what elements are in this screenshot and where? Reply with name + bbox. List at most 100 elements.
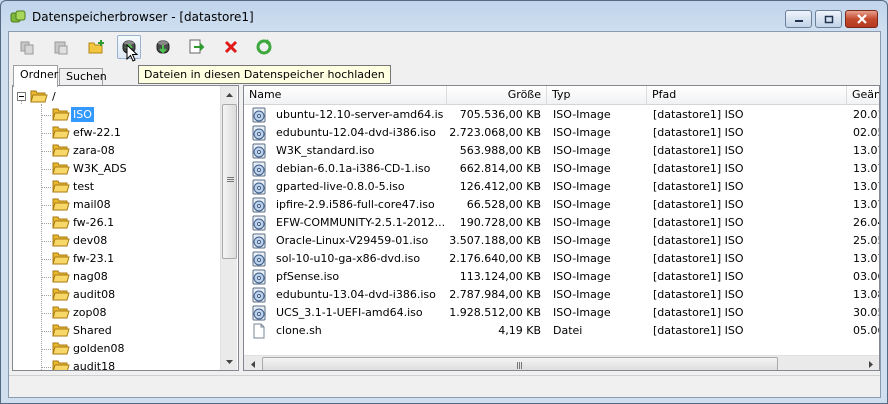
file-size: 2.787.984,00 KB bbox=[449, 288, 541, 301]
file-row[interactable]: ubuntu-12.10-server-amd64.iso 705.536,00 … bbox=[244, 106, 879, 124]
file-row[interactable]: Oracle-Linux-V29459-01.iso 3.507.188,00 K… bbox=[244, 232, 879, 250]
tree-folder-item[interactable]: mail08 bbox=[13, 196, 215, 214]
close-button[interactable] bbox=[845, 10, 878, 28]
column-header-type[interactable]: Typ bbox=[547, 86, 647, 105]
disc-image-icon bbox=[252, 197, 266, 213]
file-modified: 13.07. bbox=[853, 252, 879, 265]
file-row[interactable]: W3K_standard.iso 563.988,00 KB ISO-Image [d… bbox=[244, 142, 879, 160]
file-row[interactable]: edubuntu-12.04-dvd-i386.iso 2.723.068,00 … bbox=[244, 124, 879, 142]
tree-folder-item[interactable]: ISO bbox=[13, 106, 215, 124]
tree-folder-item[interactable]: Shared bbox=[13, 322, 215, 340]
file-name: ubuntu-12.10-server-amd64.iso bbox=[276, 108, 444, 121]
new-folder-button[interactable] bbox=[85, 35, 109, 59]
copy-icon bbox=[20, 41, 34, 55]
file-size: 2.723.068,00 KB bbox=[449, 126, 541, 139]
toolbar bbox=[9, 32, 880, 62]
tree-folder-item[interactable]: dev08 bbox=[13, 232, 215, 250]
column-header-modified[interactable]: Geänd bbox=[847, 86, 879, 105]
folder-icon bbox=[52, 144, 70, 157]
file-row[interactable]: gparted-live-0.8.0-5.iso 126.412,00 KB ISO… bbox=[244, 178, 879, 196]
tree-folder-label: ISO bbox=[71, 107, 94, 122]
file-name: sol-10-u10-ga-x86-dvd.iso bbox=[276, 252, 421, 265]
file-row[interactable]: UCS_3.1-1-UEFI-amd64.iso 1.928.512,00 KB I… bbox=[244, 304, 879, 322]
disc-image-icon bbox=[252, 269, 266, 285]
file-row[interactable]: ipfire-2.9.i586-full-core47.iso 66.528,00… bbox=[244, 196, 879, 214]
new-folder-icon bbox=[88, 40, 104, 54]
file-row[interactable]: debian-6.0.1a-i386-CD-1.iso 662.814,00 KB… bbox=[244, 160, 879, 178]
file-name: ipfire-2.9.i586-full-core47.iso bbox=[276, 198, 435, 211]
file-name: W3K_standard.iso bbox=[276, 144, 375, 157]
tree-folder-label: fw-26.1 bbox=[73, 216, 115, 229]
tree-folder-item[interactable]: audit08 bbox=[13, 286, 215, 304]
refresh-button[interactable] bbox=[252, 35, 276, 59]
column-header-name[interactable]: Name bbox=[244, 86, 447, 105]
tree-folder-item[interactable]: zop08 bbox=[13, 304, 215, 322]
delete-button[interactable] bbox=[219, 35, 243, 59]
file-row[interactable]: EFW-COMMUNITY-2.5.1-2012... 190.728,00 KB… bbox=[244, 214, 879, 232]
file-size: 113.124,00 KB bbox=[459, 270, 541, 283]
file-size: 126.412,00 KB bbox=[459, 180, 541, 193]
folder-open-icon bbox=[30, 90, 48, 103]
tree-folder-label: nag08 bbox=[73, 270, 108, 283]
tree-folder-item[interactable]: audit18 bbox=[13, 358, 215, 370]
paste-button[interactable] bbox=[49, 35, 73, 59]
list-horizontal-scrollbar[interactable] bbox=[244, 355, 879, 370]
file-name: Oracle-Linux-V29459-01.iso bbox=[276, 234, 429, 247]
tree-folder-item[interactable]: golden08 bbox=[13, 340, 215, 358]
refresh-icon bbox=[256, 39, 272, 55]
file-name: EFW-COMMUNITY-2.5.1-2012... bbox=[276, 216, 444, 229]
tree-folder-label: audit08 bbox=[73, 288, 116, 301]
file-row[interactable]: clone.sh 4,19 KB Datei [datastore1] ISO 05.0… bbox=[244, 322, 879, 340]
file-modified: 13.07. bbox=[853, 162, 879, 175]
title-bar[interactable]: Datenspeicherbrowser - [datastore1] bbox=[1, 1, 887, 31]
file-path: [datastore1] ISO bbox=[653, 270, 744, 283]
scroll-down-arrow-icon[interactable] bbox=[221, 353, 238, 370]
tree-root-row[interactable]: / bbox=[13, 88, 215, 106]
tree-folder-item[interactable]: test bbox=[13, 178, 215, 196]
column-header-path[interactable]: Pfad bbox=[647, 86, 847, 105]
file-size: 3.507.188,00 KB bbox=[449, 234, 541, 247]
column-header-size[interactable]: Größe bbox=[447, 86, 547, 105]
folder-icon bbox=[52, 234, 70, 247]
file-row[interactable]: pfSense.iso 113.124,00 KB ISO-Image [datast… bbox=[244, 268, 879, 286]
tree-folder-item[interactable]: fw-23.1 bbox=[13, 250, 215, 268]
file-type: ISO-Image bbox=[553, 144, 611, 157]
file-row[interactable]: sol-10-u10-ga-x86-dvd.iso 2.176.640,00 KB… bbox=[244, 250, 879, 268]
minimize-button[interactable] bbox=[785, 10, 812, 28]
file-type: ISO-Image bbox=[553, 162, 611, 175]
minimize-icon bbox=[794, 20, 803, 22]
copy-button[interactable] bbox=[15, 35, 39, 59]
tree-folder-item[interactable]: efw-22.1 bbox=[13, 124, 215, 142]
tree-vertical-scrollbar[interactable] bbox=[220, 86, 237, 370]
file-path: [datastore1] ISO bbox=[653, 126, 744, 139]
tab-ordner[interactable]: Ordner bbox=[13, 65, 58, 87]
file-type: Datei bbox=[553, 324, 583, 337]
tree-folder-item[interactable]: zara-08 bbox=[13, 142, 215, 160]
tree-folder-item[interactable]: W3K_ADS bbox=[13, 160, 215, 178]
tree-folder-item[interactable]: nag08 bbox=[13, 268, 215, 286]
maximize-button[interactable] bbox=[815, 10, 842, 28]
list-scroll-thumb[interactable] bbox=[262, 357, 778, 370]
scroll-up-arrow-icon[interactable] bbox=[221, 86, 238, 103]
disc-image-icon bbox=[252, 251, 266, 267]
file-size: 4,19 KB bbox=[498, 324, 541, 337]
file-modified: 13.07. bbox=[853, 144, 879, 157]
file-row[interactable]: edubuntu-13.04-dvd-i386.iso 2.787.984,00 … bbox=[244, 286, 879, 304]
move-button[interactable] bbox=[185, 35, 209, 59]
file-type: ISO-Image bbox=[553, 234, 611, 247]
file-type: ISO-Image bbox=[553, 252, 611, 265]
tree-scroll-thumb[interactable] bbox=[222, 104, 237, 259]
collapse-toggle-icon[interactable] bbox=[17, 92, 26, 101]
file-path: [datastore1] ISO bbox=[653, 198, 744, 211]
file-name: clone.sh bbox=[276, 324, 322, 337]
tab-suchen[interactable]: Suchen bbox=[59, 68, 107, 85]
file-size: 66.528,00 KB bbox=[466, 198, 541, 211]
datastore-browser-window: Datenspeicherbrowser - [datastore1] Date… bbox=[0, 0, 888, 404]
tree-folder-item[interactable]: fw-26.1 bbox=[13, 214, 215, 232]
download-button[interactable] bbox=[151, 35, 175, 59]
scroll-right-arrow-icon[interactable] bbox=[862, 356, 879, 370]
file-type: ISO-Image bbox=[553, 198, 611, 211]
folder-icon bbox=[52, 306, 70, 319]
file-name: debian-6.0.1a-i386-CD-1.iso bbox=[276, 162, 431, 175]
scroll-left-arrow-icon[interactable] bbox=[244, 356, 261, 370]
